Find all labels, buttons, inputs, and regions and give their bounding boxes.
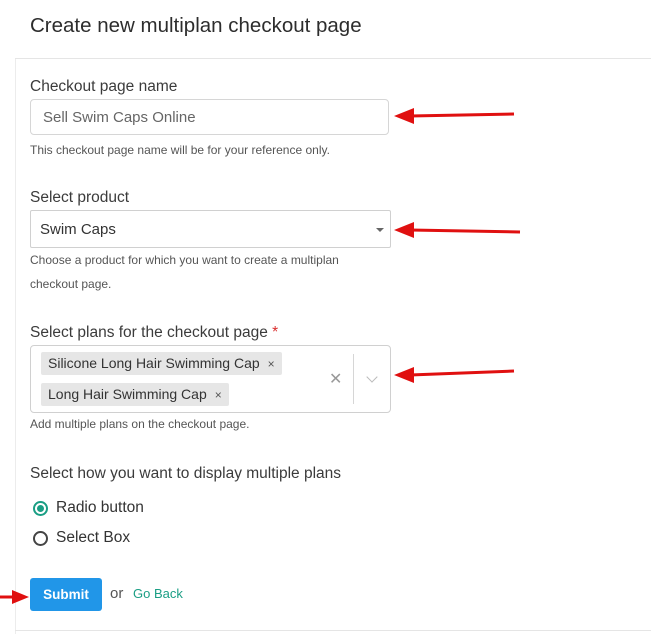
submit-button[interactable]: Submit [30,578,102,611]
radio-option-label: Radio button [56,499,144,516]
plan-chip-label: Silicone Long Hair Swimming Cap [48,355,260,371]
annotation-arrow-icon [394,222,521,238]
checkout-name-help: This checkout page name will be for your… [30,143,330,157]
radio-checked-icon[interactable] [33,501,48,516]
plans-label: Select plans for the checkout page * [30,324,278,342]
plans-multiselect[interactable]: Silicone Long Hair Swimming Cap × Long Ha… [30,345,391,413]
checkout-name-input[interactable] [30,99,389,135]
plan-chip: Long Hair Swimming Cap × [41,383,229,406]
product-help-line-1: Choose a product for which you want to c… [30,253,339,267]
required-mark: * [272,324,279,341]
annotation-arrow-icon [0,590,29,604]
clear-all-icon[interactable]: ✕ [329,369,342,389]
caret-down-icon [376,228,384,232]
remove-chip-icon[interactable]: × [268,357,275,371]
radio-unchecked-icon[interactable] [33,531,48,546]
plans-help: Add multiple plans on the checkout page. [30,417,250,431]
card-left-border [15,59,16,634]
page-title: Create new multiplan checkout page [30,14,362,37]
checkout-name-label: Checkout page name [30,78,178,95]
radio-option-label: Select Box [56,529,131,546]
product-select[interactable]: Swim Caps [30,210,391,248]
display-mode-label: Select how you want to display multiple … [30,465,342,482]
plan-chip: Silicone Long Hair Swimming Cap × [41,352,282,375]
product-select-value: Swim Caps [40,221,116,238]
plans-label-text: Select plans for the checkout page [30,324,268,341]
product-label: Select product [30,189,130,206]
or-text: or [110,585,124,602]
remove-chip-icon[interactable]: × [215,388,222,402]
plan-chip-label: Long Hair Swimming Cap [48,386,207,402]
chevron-down-icon[interactable] [366,371,378,383]
annotation-arrow-icon [394,367,515,383]
annotation-arrow-icon [394,108,515,124]
footer-divider [15,630,651,631]
multiselect-separator [353,354,354,404]
go-back-link[interactable]: Go Back [133,586,183,601]
product-help-line-2: checkout page. [30,277,112,291]
header-divider [15,58,651,59]
